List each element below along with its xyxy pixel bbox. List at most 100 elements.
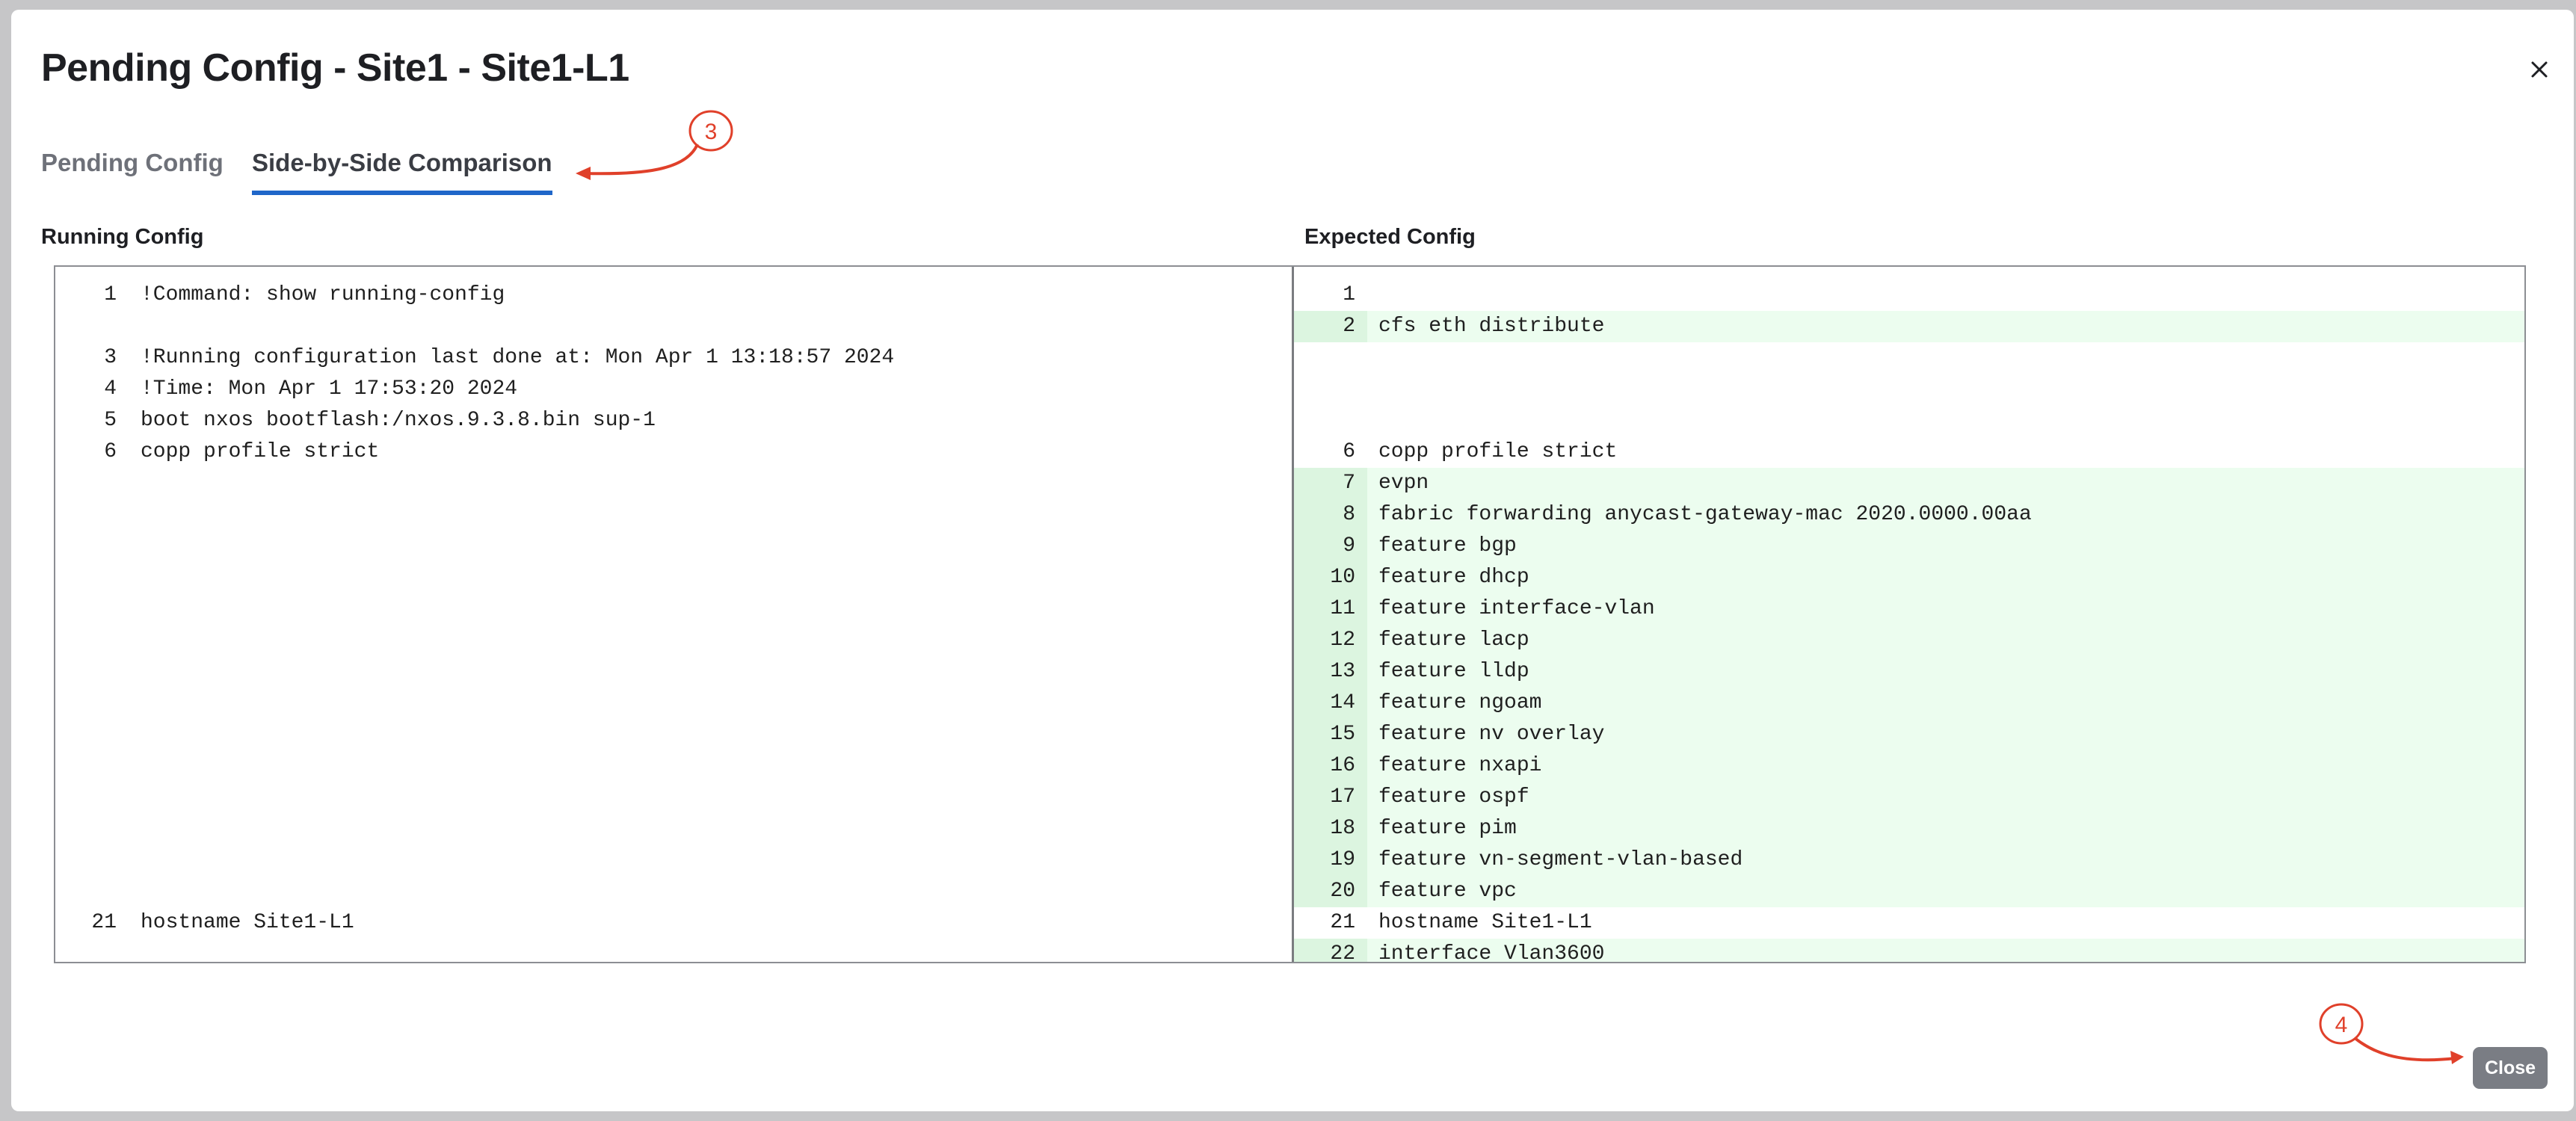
line-number xyxy=(55,593,129,625)
diff-row xyxy=(1294,342,2524,374)
line-number xyxy=(55,625,129,656)
code-line: fabric forwarding anycast-gateway-mac 20… xyxy=(1378,503,2032,526)
tab-pending-config[interactable]: Pending Config xyxy=(41,149,224,177)
diff-row xyxy=(55,499,1292,531)
line-number: 21 xyxy=(91,911,117,934)
code-line: feature lldp xyxy=(1378,660,1529,683)
diff-row-added: 13 feature lldp xyxy=(1294,656,2524,688)
line-number: 10 xyxy=(1294,562,1367,593)
line-number xyxy=(55,562,129,593)
line-number: 6 xyxy=(1343,440,1355,463)
diff-row: 4 !Time: Mon Apr 1 17:53:20 2024 xyxy=(55,374,1292,405)
code-line: feature ngoam xyxy=(1378,691,1542,714)
running-config-header: Running Config xyxy=(41,225,204,249)
expected-config-pane[interactable]: 1 2 cfs eth distribute 6 copp profile strict… xyxy=(1292,267,2524,962)
code-line: copp profile strict xyxy=(141,440,380,463)
diff-row xyxy=(55,876,1292,907)
expected-config-header: Expected Config xyxy=(1304,225,1476,249)
diff-row xyxy=(55,468,1292,499)
line-number: 16 xyxy=(1294,750,1367,782)
tab-side-by-side-comparison[interactable]: Side-by-Side Comparison xyxy=(252,149,552,195)
diff-row: 5 boot nxos bootflash:/nxos.9.3.8.bin sup… xyxy=(55,405,1292,436)
diff-row-added: 22 interface Vlan3600 xyxy=(1294,939,2524,962)
code-line: feature nv overlay xyxy=(1378,723,1605,746)
close-button[interactable]: Close xyxy=(2473,1047,2548,1089)
line-number xyxy=(55,688,129,719)
diff-row xyxy=(55,593,1292,625)
diff-row: 21 hostname Site1-L1 xyxy=(1294,907,2524,939)
diff-row xyxy=(55,750,1292,782)
line-number: 11 xyxy=(1294,593,1367,625)
line-number xyxy=(55,468,129,499)
line-number: 18 xyxy=(1294,813,1367,844)
diff-row-added: 20 feature vpc xyxy=(1294,876,2524,907)
diff-row xyxy=(55,813,1292,844)
line-number: 1 xyxy=(104,283,117,306)
line-number: 12 xyxy=(1294,625,1367,656)
diff-row-added: 14 feature ngoam xyxy=(1294,688,2524,719)
code-line: copp profile strict xyxy=(1378,440,1618,463)
line-number xyxy=(55,311,129,342)
modal-title: Pending Config - Site1 - Site1-L1 xyxy=(41,46,629,90)
line-number xyxy=(55,656,129,688)
line-number xyxy=(55,499,129,531)
code-line: hostname Site1-L1 xyxy=(141,911,354,934)
diff-row xyxy=(55,719,1292,750)
code-line: feature lacp xyxy=(1378,629,1529,652)
line-number: 2 xyxy=(1294,311,1367,342)
code-line: feature ospf xyxy=(1378,785,1529,809)
diff-viewer[interactable]: 1 !Command: show running-config 3 !Running … xyxy=(54,265,2526,963)
diff-row xyxy=(55,688,1292,719)
diff-row xyxy=(1294,405,2524,436)
diff-row-added: 15 feature nv overlay xyxy=(1294,719,2524,750)
line-number: 13 xyxy=(1294,656,1367,688)
line-number xyxy=(55,719,129,750)
diff-row: 3 !Running configuration last done at: Mo… xyxy=(55,342,1292,374)
line-number: 6 xyxy=(104,440,117,463)
close-icon-glyph xyxy=(2531,61,2548,78)
diff-row xyxy=(1294,374,2524,405)
diff-row xyxy=(55,939,1292,962)
line-number xyxy=(55,876,129,907)
code-line: !Command: show running-config xyxy=(141,283,505,306)
line-number: 8 xyxy=(1294,499,1367,531)
line-number xyxy=(1294,374,1367,405)
diff-row xyxy=(55,625,1292,656)
diff-row: 1 !Command: show running-config xyxy=(55,280,1292,311)
line-number: 20 xyxy=(1294,876,1367,907)
line-number: 4 xyxy=(104,377,117,401)
close-icon[interactable] xyxy=(2523,53,2556,86)
line-number: 14 xyxy=(1294,688,1367,719)
line-number: 15 xyxy=(1294,719,1367,750)
running-config-pane[interactable]: 1 !Command: show running-config 3 !Running … xyxy=(55,267,1292,962)
diff-row-added: 11 feature interface-vlan xyxy=(1294,593,2524,625)
code-line: feature bgp xyxy=(1378,534,1517,558)
code-line: evpn xyxy=(1378,472,1429,495)
line-number: 7 xyxy=(1294,468,1367,499)
diff-row: 6 copp profile strict xyxy=(55,436,1292,468)
line-number: 19 xyxy=(1294,844,1367,876)
diff-row xyxy=(55,656,1292,688)
line-number xyxy=(55,750,129,782)
line-number xyxy=(1294,405,1367,436)
code-line: feature nxapi xyxy=(1378,754,1542,777)
diff-row-added: 10 feature dhcp xyxy=(1294,562,2524,593)
line-number: 22 xyxy=(1294,939,1367,962)
line-number: 1 xyxy=(1343,283,1355,306)
diff-row-added: 16 feature nxapi xyxy=(1294,750,2524,782)
line-number xyxy=(55,844,129,876)
diff-row xyxy=(55,782,1292,813)
code-line: !Time: Mon Apr 1 17:53:20 2024 xyxy=(141,377,518,401)
diff-row-added: 7 evpn xyxy=(1294,468,2524,499)
line-number xyxy=(55,813,129,844)
diff-row-added: 2 cfs eth distribute xyxy=(1294,311,2524,342)
diff-row-added: 8 fabric forwarding anycast-gateway-mac 2… xyxy=(1294,499,2524,531)
diff-row xyxy=(55,531,1292,562)
line-number: 9 xyxy=(1294,531,1367,562)
line-number: 17 xyxy=(1294,782,1367,813)
code-line: feature interface-vlan xyxy=(1378,597,1655,620)
code-line: cfs eth distribute xyxy=(1378,315,1605,338)
line-number xyxy=(55,531,129,562)
diff-row-added: 19 feature vn-segment-vlan-based xyxy=(1294,844,2524,876)
diff-row-added: 12 feature lacp xyxy=(1294,625,2524,656)
